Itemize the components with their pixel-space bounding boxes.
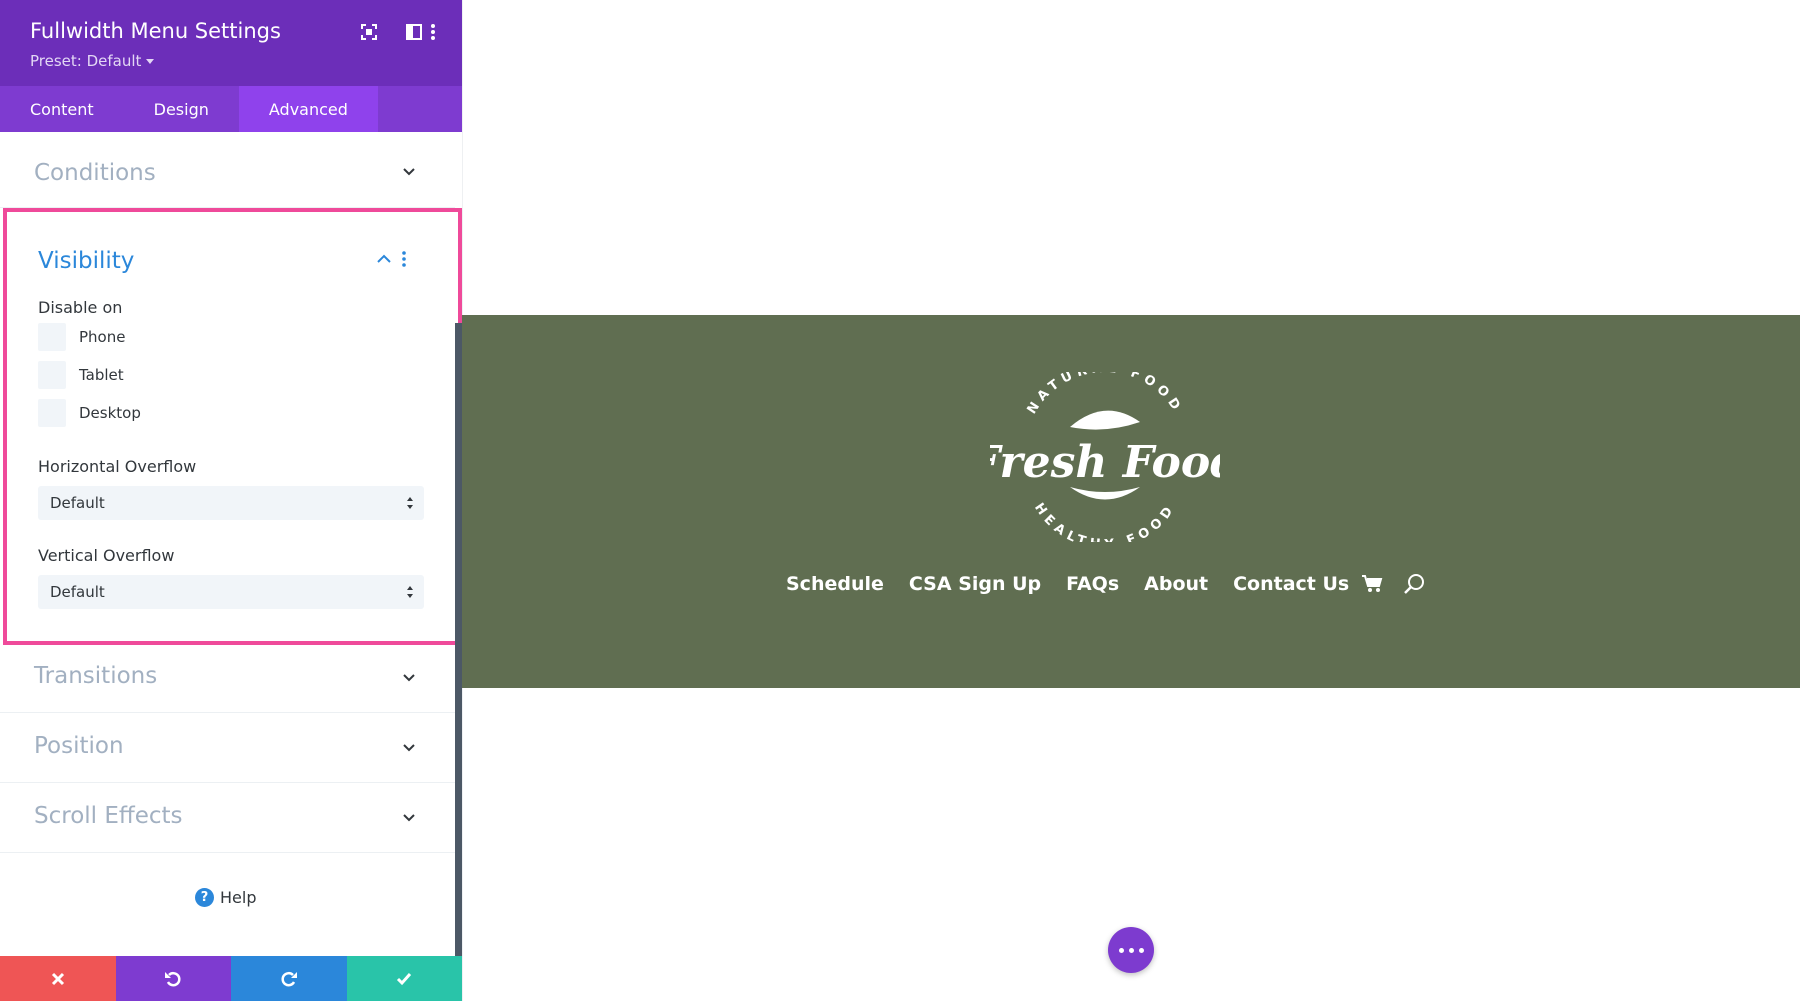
menu-item-csa-sign-up[interactable]: CSA Sign Up xyxy=(909,573,1041,595)
desktop-option[interactable]: Desktop xyxy=(38,399,141,427)
select-arrows-icon xyxy=(407,497,413,509)
cart-icon[interactable] xyxy=(1361,574,1383,594)
help-icon: ? xyxy=(195,888,214,907)
kebab-icon xyxy=(431,24,435,40)
panel-footer xyxy=(0,956,462,1001)
undo-icon xyxy=(165,971,181,986)
vertical-overflow-select[interactable]: Default xyxy=(38,575,424,609)
preset-label: Preset: Default xyxy=(30,52,142,70)
logo-wordmark: Fresh Food xyxy=(990,437,1220,488)
position-section[interactable]: Position xyxy=(0,713,455,783)
redo-button[interactable] xyxy=(231,956,347,1001)
svg-text:NATURAL FOOD: NATURAL FOOD xyxy=(1025,372,1186,417)
fullwidth-menu: Schedule CSA Sign Up FAQs About Contact … xyxy=(786,573,1425,595)
scroll-effects-section[interactable]: Scroll Effects xyxy=(0,783,455,853)
tablet-checkbox[interactable] xyxy=(38,361,66,389)
help-label: Help xyxy=(220,888,257,907)
tab-advanced[interactable]: Advanced xyxy=(238,86,378,132)
save-button[interactable] xyxy=(346,956,462,1001)
horizontal-overflow-label: Horizontal Overflow xyxy=(38,457,197,476)
section-options-icon[interactable] xyxy=(401,250,407,268)
phone-option[interactable]: Phone xyxy=(38,323,125,351)
page-settings-button[interactable] xyxy=(1108,927,1154,973)
menu-item-faqs[interactable]: FAQs xyxy=(1066,573,1119,595)
expand-modal-button[interactable] xyxy=(358,21,380,43)
preset-selector[interactable]: Preset: Default xyxy=(30,52,155,70)
panel-title: Fullwidth Menu Settings xyxy=(30,19,281,43)
logo-bottom-arc: HEALTHY FOOD xyxy=(1031,501,1174,542)
scroll-effects-title: Scroll Effects xyxy=(34,803,183,829)
visibility-section: Visibility Disable on Phone Tablet Deskt… xyxy=(3,208,462,645)
vertical-overflow-label: Vertical Overflow xyxy=(38,546,175,565)
tab-design[interactable]: Design xyxy=(124,86,239,132)
dot-icon xyxy=(1138,947,1144,953)
svg-text:HEALTHY FOOD: HEALTHY FOOD xyxy=(1031,501,1179,542)
panel-header: Fullwidth Menu Settings Preset: Default xyxy=(0,0,462,86)
chevron-down-icon xyxy=(403,744,415,752)
conditions-section[interactable]: Conditions xyxy=(0,132,455,208)
position-title: Position xyxy=(34,733,124,759)
sidebar-layout-icon xyxy=(406,24,422,40)
vertical-overflow-value: Default xyxy=(50,583,105,601)
tab-content[interactable]: Content xyxy=(0,86,124,132)
chevron-down-icon xyxy=(403,168,415,176)
dot-icon xyxy=(1118,947,1124,953)
phone-checkbox[interactable] xyxy=(38,323,66,351)
chevron-down-icon xyxy=(403,674,415,682)
dot-icon xyxy=(1128,947,1134,953)
tablet-option[interactable]: Tablet xyxy=(38,361,124,389)
checkmark-icon xyxy=(397,972,412,985)
horizontal-overflow-value: Default xyxy=(50,494,105,512)
undo-button[interactable] xyxy=(115,956,231,1001)
search-icon[interactable] xyxy=(1403,573,1425,595)
tablet-label: Tablet xyxy=(79,366,124,384)
caret-down-icon xyxy=(146,59,155,64)
fresh-food-logo: NATURAL FOOD Fresh Food HEALTHY FOOD xyxy=(990,372,1220,542)
help-link[interactable]: ? Help xyxy=(195,888,256,907)
panel-scrollbar[interactable] xyxy=(455,323,462,958)
horizontal-overflow-select[interactable]: Default xyxy=(38,486,424,520)
close-icon xyxy=(51,972,64,985)
desktop-label: Desktop xyxy=(79,404,141,422)
desktop-checkbox[interactable] xyxy=(38,399,66,427)
chevron-down-icon xyxy=(403,814,415,822)
focus-icon xyxy=(361,24,377,40)
disable-on-label: Disable on xyxy=(38,298,123,317)
visibility-title[interactable]: Visibility xyxy=(38,248,134,274)
discard-button[interactable] xyxy=(0,956,116,1001)
settings-panel: Fullwidth Menu Settings Preset: Default … xyxy=(0,0,462,1001)
chevron-up-icon[interactable] xyxy=(377,254,391,264)
transitions-title: Transitions xyxy=(34,663,158,689)
conditions-title: Conditions xyxy=(34,160,156,186)
redo-icon xyxy=(281,971,297,986)
menu-item-contact-us[interactable]: Contact Us xyxy=(1233,573,1349,595)
phone-label: Phone xyxy=(79,328,126,346)
more-options-button[interactable] xyxy=(422,21,444,43)
transitions-section[interactable]: Transitions xyxy=(0,645,455,713)
settings-tabs: Content Design Advanced xyxy=(0,86,462,132)
logo-top-arc: NATURAL FOOD xyxy=(1025,372,1181,417)
select-arrows-icon xyxy=(407,586,413,598)
menu-item-about[interactable]: About xyxy=(1144,573,1208,595)
menu-item-schedule[interactable]: Schedule xyxy=(786,573,884,595)
